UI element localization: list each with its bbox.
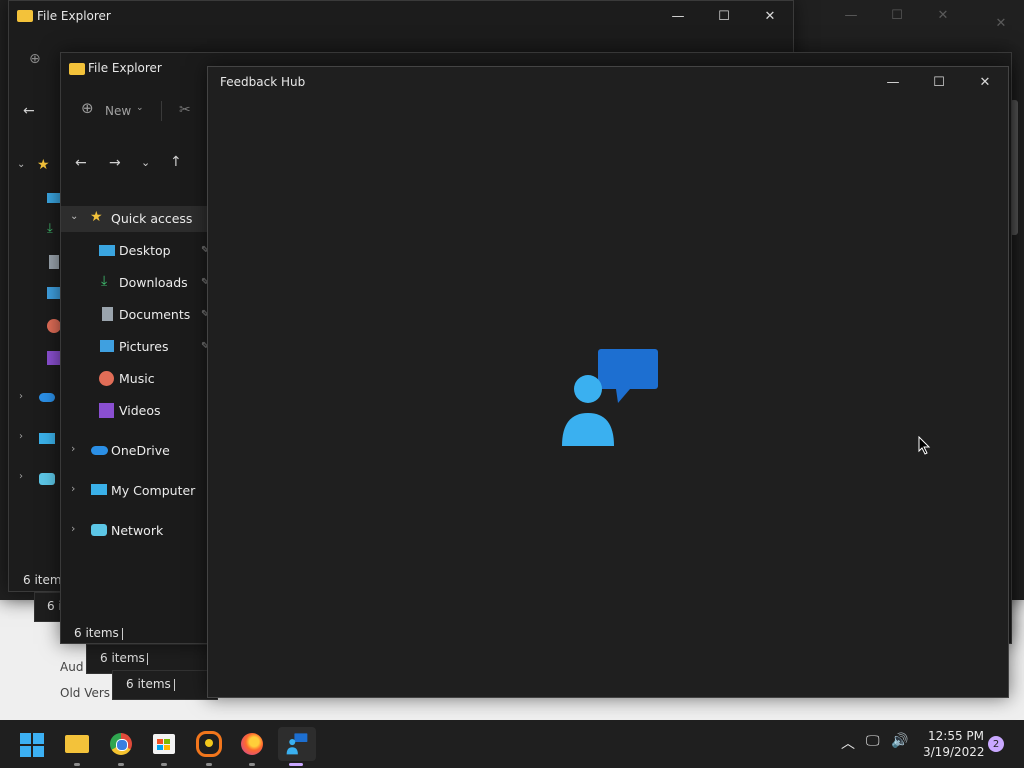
notification-count: 2 [992, 738, 1000, 750]
nav-downloads[interactable]: Downloads [119, 275, 188, 290]
notification-badge[interactable]: 2 [988, 736, 1004, 752]
nav-quick-access[interactable]: Quick access [111, 211, 192, 226]
feedback-hub-taskbar-icon[interactable] [278, 727, 316, 766]
folder-icon [69, 63, 85, 75]
videos-icon [99, 403, 114, 418]
minimize-icon[interactable]: — [655, 1, 701, 31]
desktop-icon [99, 245, 115, 256]
mouse-cursor-icon [918, 436, 931, 455]
cut-icon[interactable]: ✂ [179, 102, 191, 118]
nav-my-computer[interactable]: My Computer [111, 483, 195, 498]
nav-onedrive[interactable]: OneDrive [111, 443, 170, 458]
status-separator [147, 653, 148, 665]
running-indicator [161, 763, 167, 766]
minimize-icon[interactable]: — [870, 67, 916, 97]
firefox-taskbar-icon[interactable] [235, 727, 269, 766]
feedback-hub-window: Feedback Hub — ☐ ✕ [207, 66, 1009, 698]
download-icon: ⤓ [47, 221, 53, 236]
clock-time[interactable]: 12:55 PM [928, 729, 984, 743]
chevron-right-icon[interactable]: › [19, 471, 23, 482]
nav-documents[interactable]: Documents [119, 307, 190, 322]
chevron-up-icon[interactable]: ︿ [841, 733, 855, 753]
media-player-taskbar-icon[interactable] [192, 727, 226, 766]
chevron-right-icon[interactable]: › [19, 391, 23, 402]
nav-videos[interactable]: Videos [119, 403, 161, 418]
running-indicator [118, 763, 124, 766]
music-icon [47, 319, 61, 333]
clock-date[interactable]: 3/19/2022 [923, 745, 985, 759]
chevron-right-icon[interactable]: › [19, 431, 23, 442]
bg-maximize-icon[interactable]: ☐ [874, 0, 920, 30]
download-icon: ⤓ [101, 273, 108, 289]
pictures-icon [100, 340, 114, 352]
active-indicator [289, 763, 303, 766]
cloud-icon [39, 393, 55, 402]
new-icon[interactable]: ⊕ [81, 99, 94, 117]
bg-close-icon[interactable]: ✕ [920, 0, 966, 30]
computer-icon [91, 484, 107, 495]
nav-music[interactable]: Music [119, 371, 155, 386]
store-taskbar-icon[interactable] [147, 727, 181, 766]
forward-arrow-icon[interactable]: → [109, 155, 121, 171]
music-icon [99, 371, 114, 386]
back-arrow-icon[interactable]: ← [23, 103, 35, 119]
close-icon[interactable]: ✕ [747, 1, 793, 31]
toolbar: ⊕ New ⌄ ✂ [61, 89, 211, 129]
stacked-status-2: 6 items [100, 651, 145, 665]
bg-minimize-icon[interactable]: — [828, 0, 874, 30]
behind-text-oldvers: Old Vers [60, 686, 111, 700]
recent-dropdown-icon[interactable]: ⌄ [141, 156, 150, 169]
network-icon [39, 473, 55, 485]
chevron-right-icon[interactable]: › [71, 522, 75, 535]
start-icon[interactable] [20, 733, 44, 757]
close-icon[interactable]: ✕ [962, 67, 1008, 97]
nav-pane: ⌄ ★ ⤓ › › › [9, 151, 63, 571]
star-icon: ★ [90, 209, 103, 225]
computer-icon [39, 433, 55, 444]
window-title: File Explorer [37, 9, 111, 23]
chevron-right-icon[interactable]: › [71, 482, 75, 495]
running-indicator [206, 763, 212, 766]
feedback-hub-logo-icon [562, 349, 658, 446]
nav-desktop[interactable]: Desktop [119, 243, 171, 258]
stacked-window-3: 6 items [112, 670, 218, 700]
new-icon[interactable]: ⊕ [29, 51, 41, 67]
chrome-taskbar-icon[interactable] [104, 727, 138, 766]
bg2-close-icon[interactable]: ✕ [978, 8, 1024, 38]
status-bar-text: 6 items [74, 626, 119, 640]
maximize-icon[interactable]: ☐ [701, 1, 747, 31]
file-explorer-taskbar-icon[interactable] [60, 727, 94, 766]
document-icon [102, 307, 113, 321]
up-arrow-icon[interactable]: ↑ [170, 154, 182, 170]
chevron-down-icon[interactable]: ⌄ [136, 103, 144, 113]
videos-icon [47, 351, 61, 365]
status-separator [122, 628, 123, 640]
chevron-down-icon[interactable]: ⌄ [70, 211, 78, 222]
window-title: Feedback Hub [220, 75, 306, 89]
network-status-icon[interactable]: 🖵 [866, 733, 880, 749]
back-arrow-icon[interactable]: ← [75, 155, 87, 171]
chevron-right-icon[interactable]: › [71, 442, 75, 455]
new-button-label[interactable]: New [105, 104, 131, 118]
maximize-icon[interactable]: ☐ [916, 67, 962, 97]
status-separator [174, 679, 175, 691]
nav-network[interactable]: Network [111, 523, 163, 538]
behind-text-aud: Aud [60, 660, 84, 674]
volume-icon[interactable]: 🔊 [891, 733, 908, 749]
running-indicator [74, 763, 80, 766]
document-icon [49, 255, 59, 269]
pictures-icon [47, 287, 61, 299]
folder-icon [17, 10, 33, 22]
running-indicator [249, 763, 255, 766]
stacked-status-3: 6 items [126, 677, 171, 691]
nav-pictures[interactable]: Pictures [119, 339, 169, 354]
star-icon: ★ [37, 157, 50, 173]
desktop-icon [47, 193, 61, 203]
chevron-down-icon[interactable]: ⌄ [17, 159, 25, 170]
onedrive-icon [91, 446, 108, 455]
network-icon [91, 524, 107, 536]
window-title: File Explorer [88, 61, 162, 75]
toolbar-divider [161, 101, 162, 121]
